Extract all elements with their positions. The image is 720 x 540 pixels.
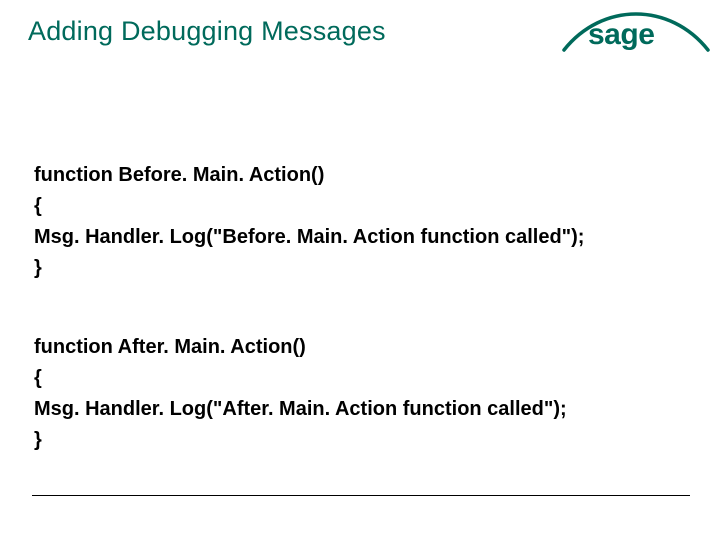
code-line: function Before. Main. Action() [34, 164, 324, 186]
code-line: function After. Main. Action() [34, 336, 306, 358]
code-line: Msg. Handler. Log("Before. Main. Action … [34, 226, 584, 248]
slide: Adding Debugging Messages sage function … [0, 0, 720, 540]
code-line: { [34, 367, 42, 389]
code-line: } [34, 429, 42, 451]
code-block-after: function After. Main. Action() { Msg. Ha… [34, 332, 567, 456]
code-block-before: function Before. Main. Action() { Msg. H… [34, 160, 584, 284]
sage-logo: sage [576, 8, 694, 66]
footer-divider [32, 495, 690, 497]
logo-text: sage [588, 18, 654, 52]
code-line: } [34, 257, 42, 279]
code-line: { [34, 195, 42, 217]
code-line: Msg. Handler. Log("After. Main. Action f… [34, 398, 567, 420]
slide-title: Adding Debugging Messages [28, 16, 386, 47]
